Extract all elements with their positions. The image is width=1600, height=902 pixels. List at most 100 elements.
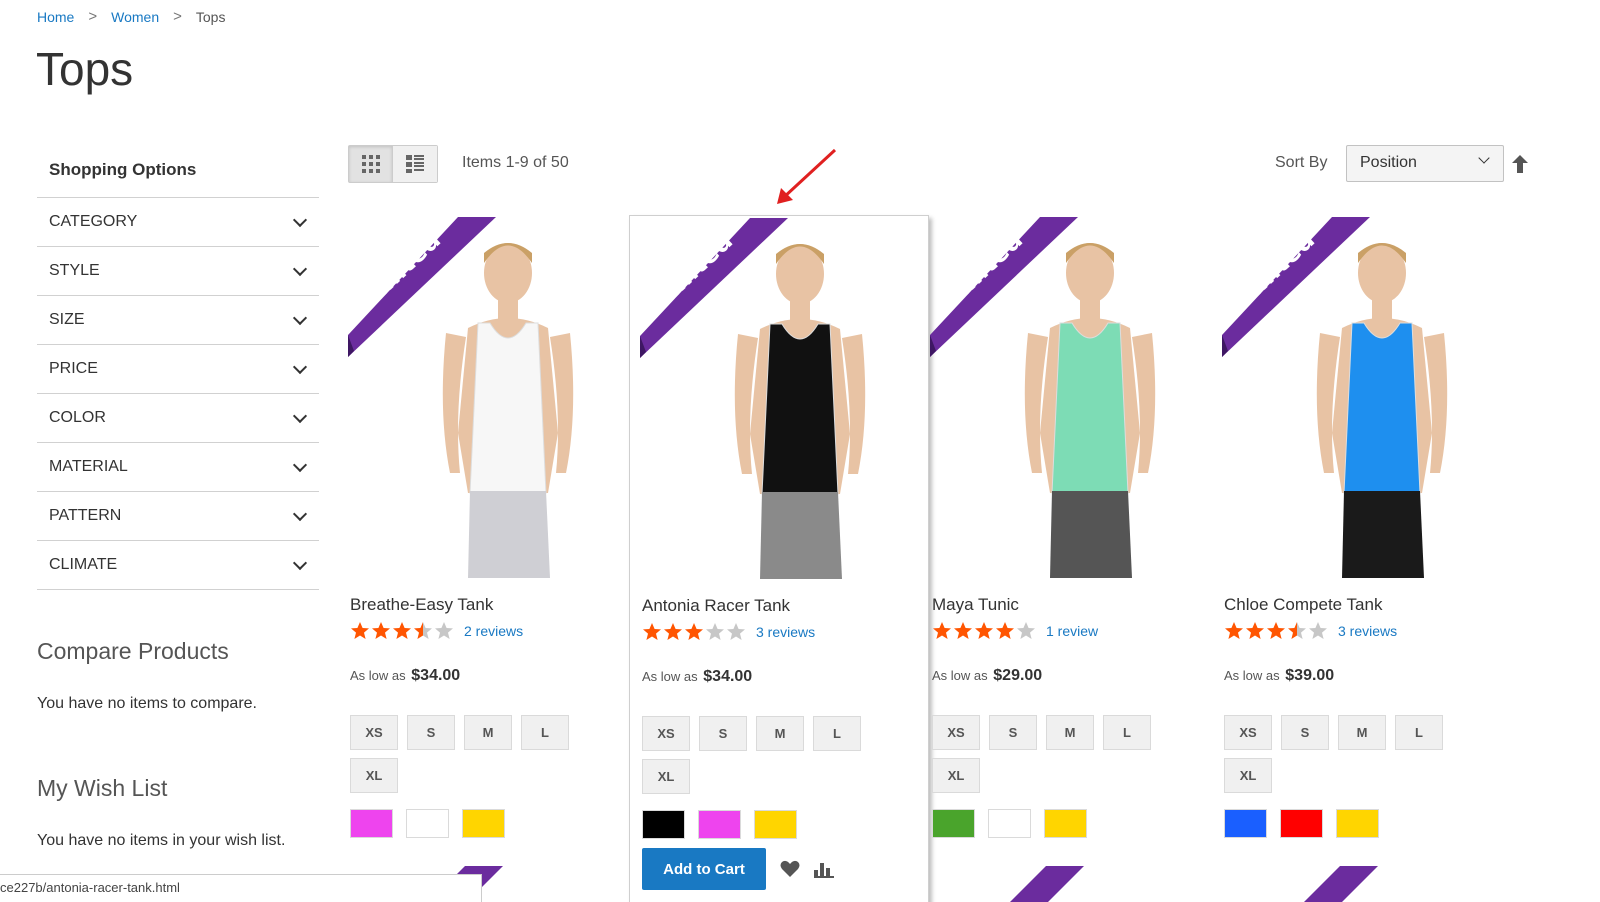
add-to-cart-button[interactable]: Add to Cart — [642, 848, 766, 890]
star-icon — [933, 622, 951, 639]
reviews-link[interactable]: 3 reviews — [756, 624, 815, 640]
reviews-link[interactable]: 3 reviews — [1338, 623, 1397, 639]
size-option-l[interactable]: L — [1395, 715, 1443, 750]
product-name-link[interactable]: Antonia Racer Tank — [642, 596, 790, 616]
size-option-xl[interactable]: XL — [642, 759, 690, 794]
compare-products-text: You have no items to compare. — [37, 695, 257, 712]
price-prefix: As low as — [642, 669, 698, 684]
size-option-xl[interactable]: XL — [350, 758, 398, 793]
size-option-s[interactable]: S — [989, 715, 1037, 750]
rating-stars — [642, 622, 747, 642]
breadcrumb-separator: > — [173, 8, 182, 25]
filter-label: COLOR — [49, 409, 106, 426]
color-swatch[interactable] — [1280, 809, 1323, 838]
product-rating: 2 reviews — [350, 621, 523, 641]
color-swatch[interactable] — [1224, 809, 1267, 838]
sort-by-select[interactable]: Position — [1346, 145, 1504, 182]
size-option-s[interactable]: S — [407, 715, 455, 750]
size-option-xs[interactable]: XS — [642, 716, 690, 751]
product-rating: 3 reviews — [642, 622, 815, 642]
size-option-xl[interactable]: XL — [1224, 758, 1272, 793]
star-icon — [996, 622, 1014, 639]
list-view-button[interactable] — [393, 146, 437, 182]
size-option-m[interactable]: M — [464, 715, 512, 750]
product-name-link[interactable]: Chloe Compete Tank — [1224, 595, 1382, 615]
product-card[interactable]: limited Maya Tunic 1 review As low as $2… — [920, 215, 1220, 902]
color-swatch[interactable] — [1336, 809, 1379, 838]
limited-ribbon: limited — [1222, 217, 1370, 357]
rating-stars — [350, 621, 455, 641]
star-icon — [643, 623, 661, 640]
color-swatch[interactable] — [350, 809, 393, 838]
filter-pattern[interactable]: PATTERN — [37, 492, 319, 541]
size-option-xs[interactable]: XS — [932, 715, 980, 750]
color-swatch[interactable] — [754, 810, 797, 839]
star-icon — [975, 622, 993, 639]
color-swatch[interactable] — [932, 809, 975, 838]
size-option-m[interactable]: M — [756, 716, 804, 751]
filter-label: PATTERN — [49, 507, 122, 524]
annotation-arrow-icon — [777, 148, 837, 204]
star-icon — [393, 622, 411, 639]
size-option-xl[interactable]: XL — [932, 758, 980, 793]
sort-direction-button[interactable] — [1512, 155, 1528, 178]
chevron-down-icon — [292, 359, 308, 374]
filter-style[interactable]: STYLE — [37, 247, 319, 296]
filter-color[interactable]: COLOR — [37, 394, 319, 443]
filter-climate[interactable]: CLIMATE — [37, 541, 319, 590]
color-swatch[interactable] — [642, 810, 685, 839]
breadcrumb-home[interactable]: Home — [37, 9, 74, 25]
size-option-l[interactable]: L — [1103, 715, 1151, 750]
size-option-l[interactable]: L — [813, 716, 861, 751]
size-option-xs[interactable]: XS — [1224, 715, 1272, 750]
size-option-l[interactable]: L — [521, 715, 569, 750]
size-option-m[interactable]: M — [1338, 715, 1386, 750]
size-option-xs[interactable]: XS — [350, 715, 398, 750]
breadcrumb-current: Tops — [195, 8, 226, 25]
wish-list-title: My Wish List — [37, 775, 168, 801]
product-rating: 3 reviews — [1224, 621, 1397, 641]
filter-label: SIZE — [49, 311, 85, 328]
color-swatch[interactable] — [1044, 809, 1087, 838]
reviews-link[interactable]: 2 reviews — [464, 623, 523, 639]
compare-icon — [814, 863, 834, 878]
color-swatch[interactable] — [698, 810, 741, 839]
filter-material[interactable]: MATERIAL — [37, 443, 319, 492]
rating-stars — [1224, 621, 1329, 641]
color-swatch[interactable] — [988, 809, 1031, 838]
size-option-s[interactable]: S — [699, 716, 747, 751]
filter-size[interactable]: SIZE — [37, 296, 319, 345]
color-swatch[interactable] — [462, 809, 505, 838]
filter-label: CATEGORY — [49, 213, 138, 230]
product-card[interactable]: limited Breathe-Easy Tank 2 reviews As l… — [338, 215, 638, 902]
price-prefix: As low as — [932, 668, 988, 683]
size-options: XS S M L XL — [932, 715, 1172, 801]
limited-ribbon: limited — [930, 217, 1078, 357]
filter-label: PRICE — [49, 360, 98, 377]
list-icon — [406, 155, 424, 173]
product-price: As low as $39.00 — [1224, 667, 1334, 685]
add-to-compare-button[interactable] — [814, 860, 834, 878]
star-icon — [706, 623, 724, 640]
filter-category[interactable]: CATEGORY — [37, 198, 319, 247]
add-to-wishlist-button[interactable] — [780, 860, 800, 878]
price-value: $29.00 — [993, 667, 1043, 684]
star-icon — [372, 622, 390, 639]
filter-label: STYLE — [49, 262, 100, 279]
filter-price[interactable]: PRICE — [37, 345, 319, 394]
product-card[interactable]: limited Chloe Compete Tank 3 reviews As … — [1212, 215, 1512, 902]
size-option-s[interactable]: S — [1281, 715, 1329, 750]
star-icon — [1309, 622, 1327, 639]
product-rating: 1 review — [932, 621, 1098, 641]
product-name-link[interactable]: Maya Tunic — [932, 595, 1019, 615]
product-card[interactable]: limited Antonia Racer Tank 3 reviews As … — [629, 215, 929, 902]
grid-view-button[interactable] — [349, 146, 393, 182]
filter-label: MATERIAL — [49, 458, 128, 475]
breadcrumb-women[interactable]: Women — [111, 9, 159, 25]
reviews-link[interactable]: 1 review — [1046, 623, 1098, 639]
product-actions: Add to Cart — [642, 848, 834, 890]
color-swatch[interactable] — [406, 809, 449, 838]
view-mode-switcher — [348, 145, 438, 183]
product-name-link[interactable]: Breathe-Easy Tank — [350, 595, 493, 615]
size-option-m[interactable]: M — [1046, 715, 1094, 750]
